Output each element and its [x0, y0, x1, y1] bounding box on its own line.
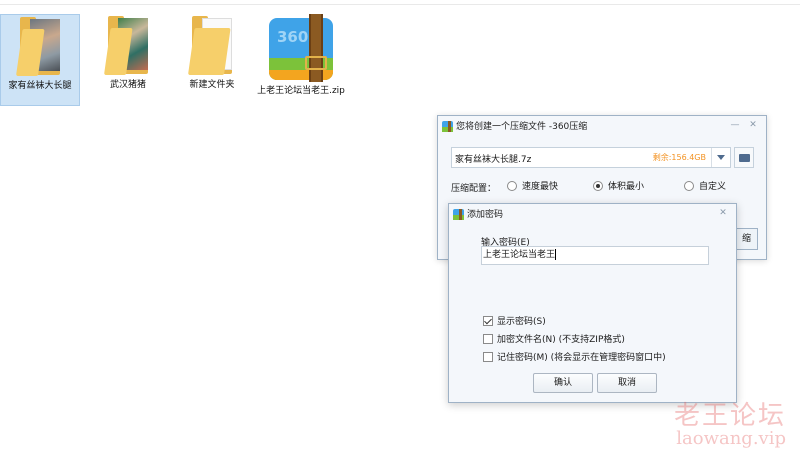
desktop-zip-file[interactable]: 360 上老王论坛当老王.zip — [256, 14, 346, 97]
remember-password-checkbox[interactable]: 记住密码(M) (将会显示在管理密码窗口中) — [483, 350, 666, 363]
chevron-down-icon — [717, 155, 725, 160]
top-divider — [0, 0, 800, 5]
start-compress-button[interactable]: 缩 — [736, 228, 758, 250]
text-caret — [555, 249, 557, 260]
checkbox[interactable] — [483, 315, 493, 326]
compress-dialog-titlebar[interactable]: 您将创建一个压缩文件 -360压缩 — ✕ — [438, 116, 766, 138]
browse-folder-button[interactable] — [734, 147, 754, 168]
radio-label: 体积最小 — [608, 182, 645, 192]
radio-button[interactable] — [593, 180, 603, 191]
archive-filename: 家有丝袜大长腿.7z — [455, 155, 532, 165]
folder-icon — [188, 14, 236, 76]
checkbox-label: 加密文件名(N) (不支持ZIP格式) — [497, 335, 625, 345]
radio-label: 速度最快 — [522, 182, 559, 192]
folder-icon — [16, 15, 64, 77]
radio-button[interactable] — [507, 180, 517, 191]
password-dialog-titlebar[interactable]: 添加密码 ✕ — [449, 204, 736, 226]
password-dialog-title: 添加密码 — [467, 210, 504, 220]
checkbox[interactable] — [483, 333, 493, 344]
encrypt-filenames-checkbox[interactable]: 加密文件名(N) (不支持ZIP格式) — [483, 332, 625, 345]
desktop-folder-jiayou[interactable]: 家有丝袜大长腿 — [0, 14, 80, 106]
radio-smallest[interactable]: 体积最小 — [593, 179, 644, 192]
desktop-folder-wuhan[interactable]: 武汉猪猪 — [86, 14, 170, 91]
minimize-icon[interactable]: — — [726, 116, 744, 134]
radio-label: 自定义 — [699, 182, 727, 192]
desktop-item-label: 新建文件夹 — [189, 80, 235, 90]
checkbox[interactable] — [483, 351, 493, 362]
radio-fastest[interactable]: 速度最快 — [507, 179, 558, 192]
archive-path-field[interactable]: 家有丝袜大长腿.7z 剩余:156.4GB — [451, 147, 731, 168]
desktop-folder-new[interactable]: 新建文件夹 — [170, 14, 254, 91]
compress-config-label: 压缩配置： — [451, 184, 497, 194]
desktop-item-label: 家有丝袜大长腿 — [8, 81, 72, 91]
close-icon[interactable]: ✕ — [744, 116, 762, 134]
checkbox-label: 显示密码(S) — [497, 317, 546, 327]
radio-button[interactable] — [684, 180, 694, 191]
path-history-dropdown[interactable] — [711, 148, 730, 167]
watermark-url: laowang.vip — [676, 428, 786, 449]
watermark-title: 老王论坛 — [673, 401, 786, 431]
close-icon[interactable]: ✕ — [714, 204, 732, 222]
password-dialog: 添加密码 ✕ 输入密码(E) 上老王论坛当老王 显示密码(S) 加密文件名(N)… — [448, 203, 737, 403]
checkbox-label: 记住密码(M) (将会显示在管理密码窗口中) — [497, 353, 666, 363]
desktop-item-label: 上老王论坛当老王.zip — [257, 86, 345, 96]
compress-dialog-title: 您将创建一个压缩文件 -360压缩 — [456, 122, 588, 132]
folder-icon — [739, 154, 750, 162]
password-value: 上老王论坛当老王 — [483, 250, 556, 260]
radio-custom[interactable]: 自定义 — [684, 179, 726, 192]
disk-space-remaining: 剩余:156.4GB — [652, 153, 706, 162]
cancel-button[interactable]: 取消 — [597, 373, 657, 393]
confirm-button[interactable]: 确认 — [533, 373, 593, 393]
360zip-app-icon — [453, 209, 464, 220]
show-password-checkbox[interactable]: 显示密码(S) — [483, 314, 546, 327]
360zip-archive-icon: 360 — [265, 14, 337, 82]
folder-icon — [104, 14, 152, 76]
desktop-item-label: 武汉猪猪 — [109, 80, 146, 90]
360zip-app-icon — [442, 121, 453, 132]
password-field[interactable]: 上老王论坛当老王 — [481, 246, 709, 265]
